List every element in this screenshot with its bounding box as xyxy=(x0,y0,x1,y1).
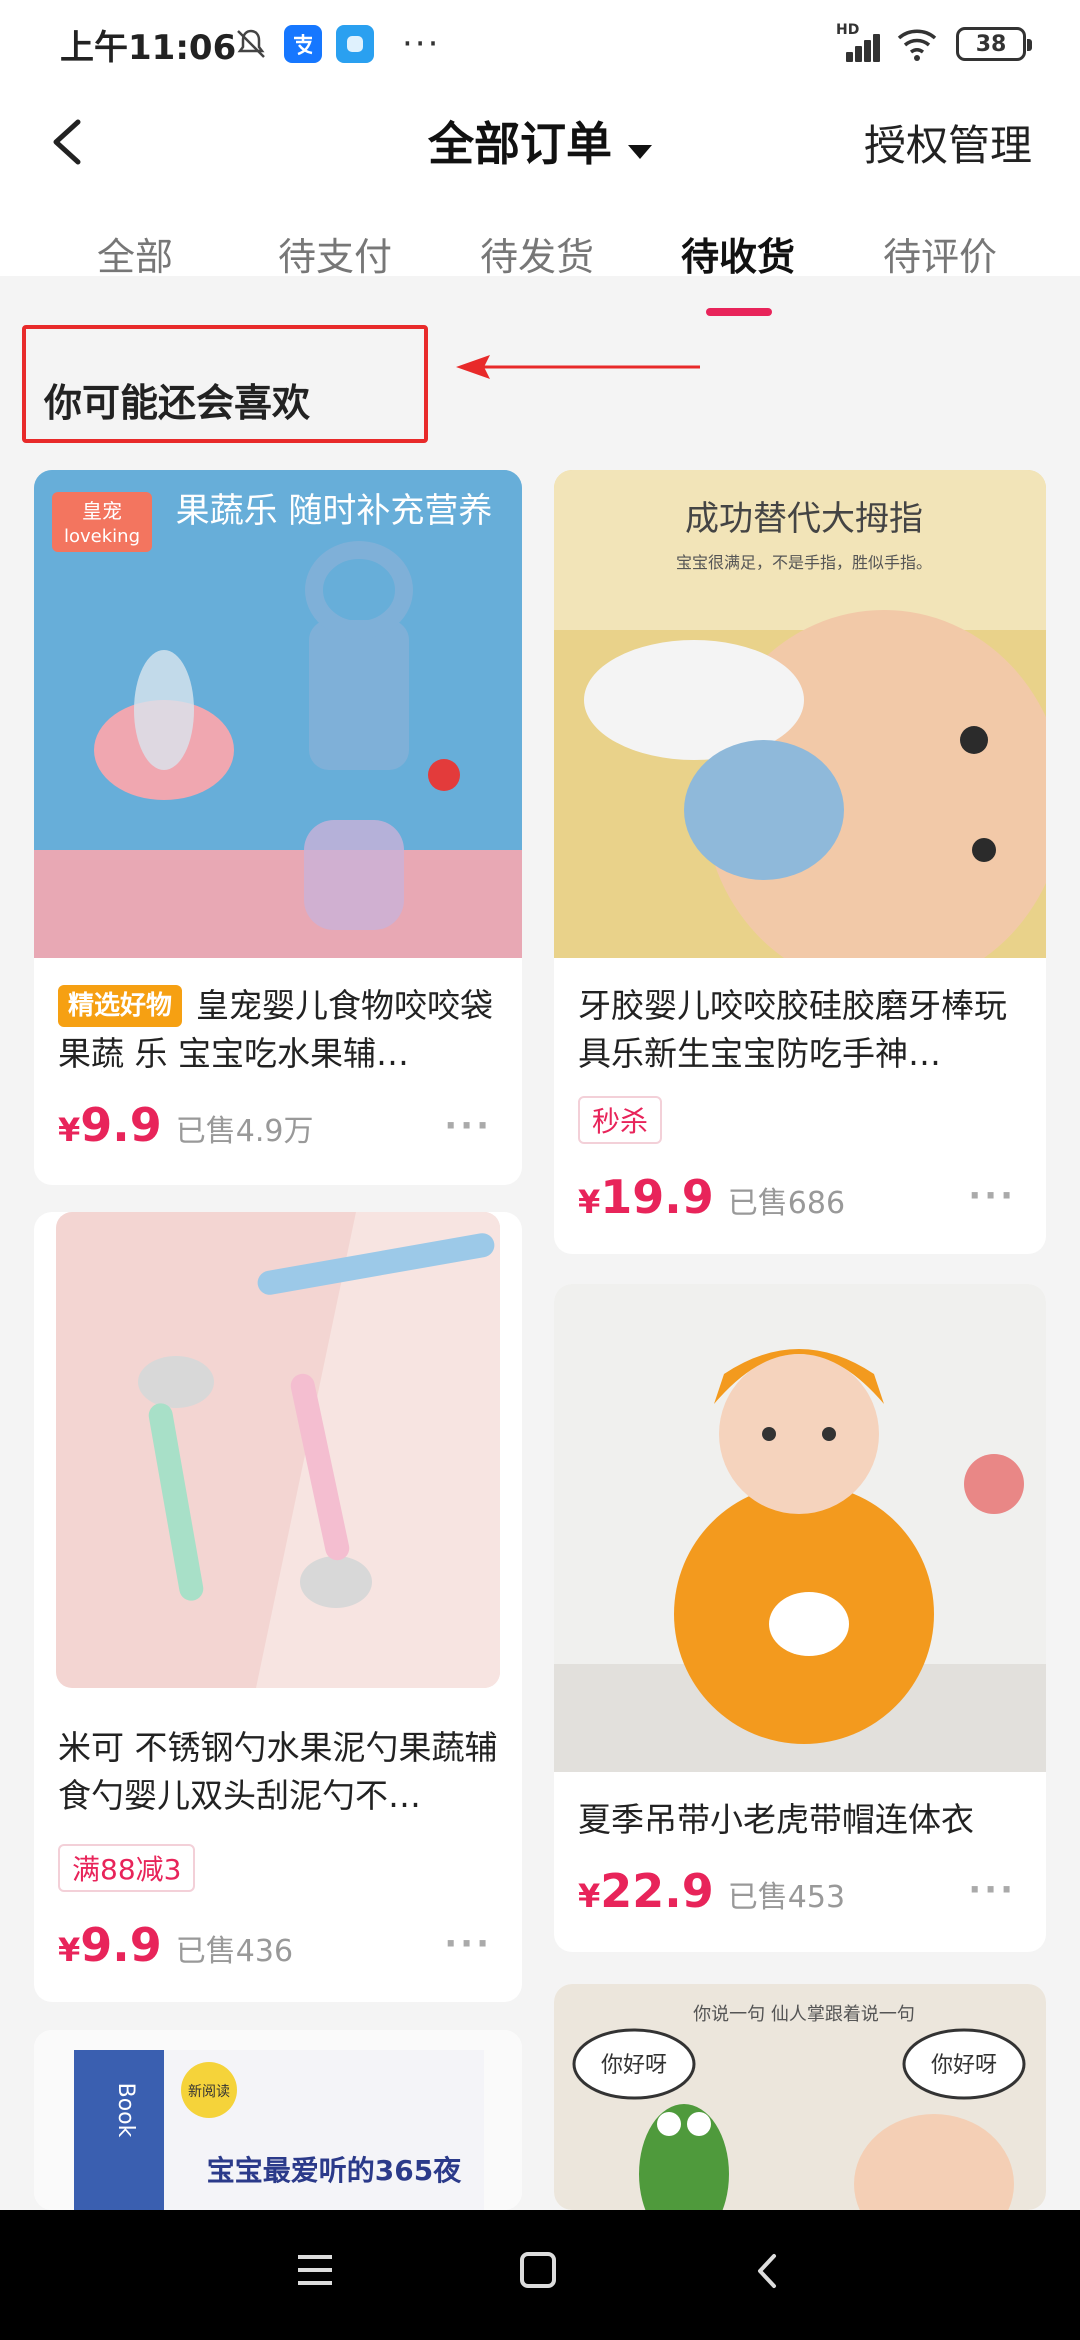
product-tag: 精选好物 xyxy=(58,985,183,1027)
image-sub: 宝宝很满足，不是手指，胜似手指。 xyxy=(676,553,932,572)
price: 9.9 xyxy=(80,1098,162,1152)
image-badge: 新阅读 xyxy=(188,2083,230,2100)
page-title: 全部订单 xyxy=(428,117,612,171)
status-more-icon: ··· xyxy=(402,24,441,64)
product-tag: 秒杀 xyxy=(578,1096,663,1144)
product-image xyxy=(56,1212,500,1688)
tab-pending-payment[interactable]: 待支付 xyxy=(250,226,420,281)
wifi-icon xyxy=(896,26,938,62)
product-image: 成功替代大拇指 宝宝很满足，不是手指，胜似手指。 xyxy=(554,470,1046,990)
status-time: 上午11:06 xyxy=(60,28,237,68)
image-headline: 宝宝最爱听的365夜 xyxy=(207,2154,462,2187)
sold-count: 已售436 xyxy=(175,1934,294,1969)
tab-pending-receipt[interactable]: 待收货 xyxy=(653,226,823,281)
image-brand: 皇宠 xyxy=(82,499,122,523)
product-card[interactable]: Book 新阅读 宝宝最爱听的365夜 xyxy=(34,2030,522,2210)
product-image: 你说一句 仙人掌跟着说一句 你好呀 你好呀 xyxy=(554,1984,1046,2210)
tab-pending-shipment[interactable]: 待发货 xyxy=(452,226,622,281)
price-row: ¥ 22.9 已售453 xyxy=(578,1864,845,1918)
back-icon[interactable] xyxy=(752,2250,782,2292)
active-tab-indicator xyxy=(706,308,772,316)
alipay-icon xyxy=(284,25,322,63)
product-image: Book 新阅读 宝宝最爱听的365夜 xyxy=(34,2030,522,2210)
tab-all[interactable]: 全部 xyxy=(50,226,220,281)
price-symbol: ¥ xyxy=(578,1877,601,1915)
app-icon xyxy=(336,25,374,63)
product-image: 皇宠 loveking 果蔬乐 随时补充营养 xyxy=(34,470,522,958)
product-image xyxy=(554,1284,1046,1772)
price-symbol: ¥ xyxy=(578,1183,601,1221)
price: 9.9 xyxy=(80,1918,162,1972)
price-symbol: ¥ xyxy=(58,1111,81,1149)
price-row: ¥ 9.9 已售4.9万 xyxy=(58,1098,313,1152)
tab-pending-review[interactable]: 待评价 xyxy=(855,226,1025,281)
price: 19.9 xyxy=(600,1170,714,1224)
product-tag: 满88减3 xyxy=(58,1844,196,1892)
image-sub: 你说一句 仙人掌跟着说一句 xyxy=(693,2004,915,2025)
header: 全部订单 授权管理 全部 待支付 待发货 待收货 待评价 xyxy=(0,86,1080,316)
menu-icon[interactable] xyxy=(298,2255,332,2285)
order-tabs: 全部 待支付 待发货 待收货 待评价 xyxy=(0,226,1080,306)
product-name: 米可 不锈钢勺水果泥勺果蔬辅食勺婴儿双头刮泥勺不… xyxy=(58,1728,498,1815)
network-type: HD xyxy=(836,22,860,38)
battery-level: 38 xyxy=(975,31,1007,57)
price-symbol: ¥ xyxy=(58,1931,81,1969)
sold-count: 已售686 xyxy=(727,1186,846,1221)
system-nav-bar xyxy=(0,2210,1080,2340)
price-row: ¥ 19.9 已售686 xyxy=(578,1170,845,1224)
more-options-icon[interactable]: ··· xyxy=(444,1924,492,1964)
image-caption: 果蔬乐 随时补充营养 xyxy=(176,491,493,531)
status-bar: 上午11:06 ··· HD 38 xyxy=(0,0,1080,86)
more-options-icon[interactable]: ··· xyxy=(968,1870,1016,1910)
image-bubble-1: 你好呀 xyxy=(601,2053,667,2078)
image-spine: Book xyxy=(113,2083,138,2138)
product-name: 精选好物 皇宠婴儿食物咬咬袋果蔬 乐 宝宝吃水果辅… xyxy=(58,985,494,1073)
product-card[interactable]: 米可 不锈钢勺水果泥勺果蔬辅食勺婴儿双头刮泥勺不… 满88减3 ¥ 9.9 已售… xyxy=(34,1212,522,2002)
signal-icon: HD xyxy=(836,22,880,62)
image-logo: loveking xyxy=(64,526,140,547)
bell-muted-icon xyxy=(232,25,270,63)
image-headline: 成功替代大拇指 xyxy=(685,499,923,539)
price: 22.9 xyxy=(600,1864,714,1918)
product-name: 夏季吊带小老虎带帽连体衣 xyxy=(578,1800,974,1839)
more-options-icon[interactable]: ··· xyxy=(968,1176,1016,1216)
product-card[interactable]: 夏季吊带小老虎带帽连体衣 ¥ 22.9 已售453 ··· xyxy=(554,1284,1046,1952)
sold-count: 已售453 xyxy=(727,1880,846,1915)
annotation-arrow-icon xyxy=(456,355,700,379)
caret-down-icon xyxy=(628,144,652,159)
more-options-icon[interactable]: ··· xyxy=(444,1106,492,1146)
product-card[interactable]: 成功替代大拇指 宝宝很满足，不是手指，胜似手指。 牙胶婴儿咬咬胶硅胶磨牙棒玩具乐… xyxy=(554,470,1046,1254)
product-card[interactable]: 皇宠 loveking 果蔬乐 随时补充营养 精选好物 皇宠婴儿食物咬咬袋果蔬 乐… xyxy=(34,470,522,1185)
image-bubble-2: 你好呀 xyxy=(931,2053,997,2078)
sold-count: 已售4.9万 xyxy=(175,1114,314,1149)
home-icon[interactable] xyxy=(520,2252,556,2288)
battery-icon: 38 xyxy=(956,27,1032,61)
product-card[interactable]: 你说一句 仙人掌跟着说一句 你好呀 你好呀 xyxy=(554,1984,1046,2210)
price-row: ¥ 9.9 已售436 xyxy=(58,1918,293,1972)
auth-manage-button[interactable]: 授权管理 xyxy=(864,112,1032,173)
product-name: 牙胶婴儿咬咬胶硅胶磨牙棒玩具乐新生宝宝防吃手神… xyxy=(578,986,1007,1073)
highlight-box xyxy=(22,325,428,443)
